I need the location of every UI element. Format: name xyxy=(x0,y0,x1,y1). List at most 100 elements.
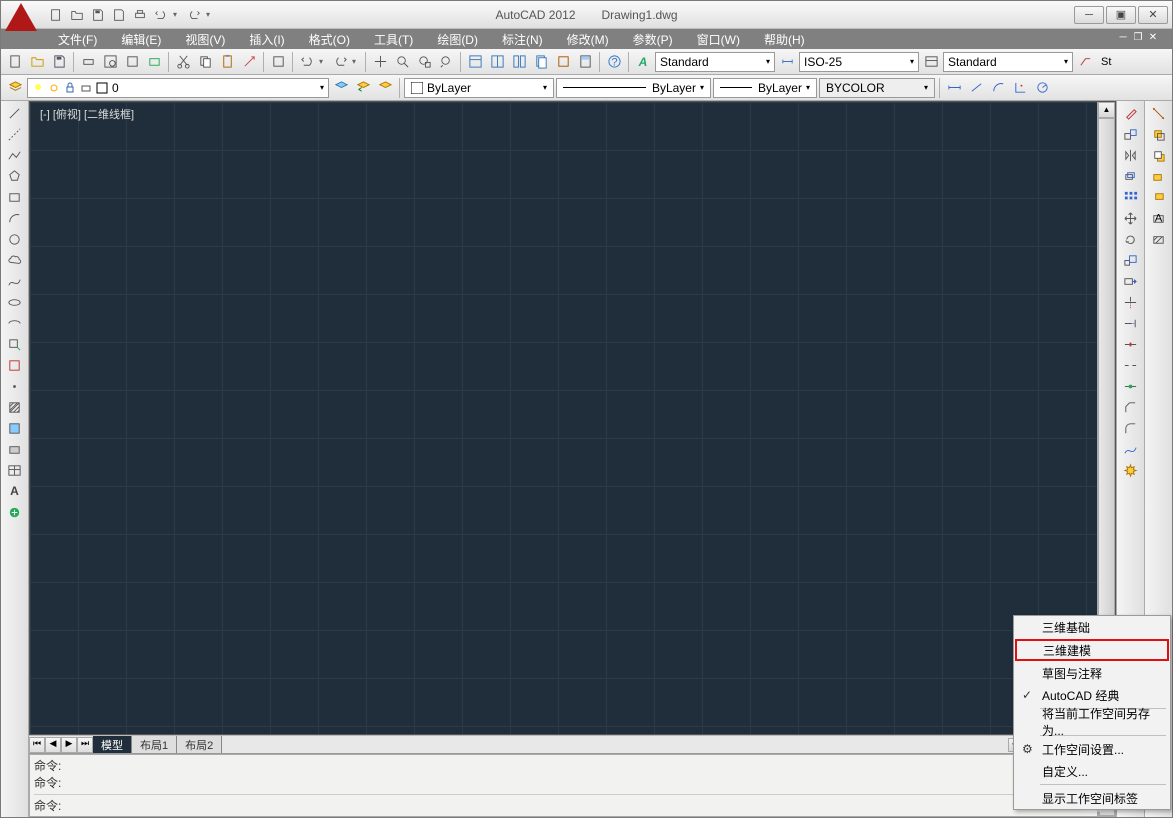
polyline-icon[interactable] xyxy=(4,145,26,165)
model-tab[interactable]: 模型 xyxy=(93,736,132,754)
construction-line-icon[interactable] xyxy=(4,124,26,144)
mleader-style-icon[interactable] xyxy=(1075,52,1095,72)
color-dropdown[interactable]: ByLayer▾ xyxy=(404,78,554,98)
help-icon[interactable]: ? xyxy=(604,52,624,72)
lineweight-dropdown[interactable]: ByLayer▾ xyxy=(713,78,817,98)
hatch-icon[interactable] xyxy=(4,397,26,417)
zoom-window-icon[interactable] xyxy=(414,52,434,72)
chamfer-icon[interactable] xyxy=(1120,397,1142,417)
dim-ordinate-bar-icon[interactable] xyxy=(1010,78,1030,98)
copy-icon[interactable] xyxy=(195,52,215,72)
redo-icon[interactable] xyxy=(330,52,350,72)
dim-style-dropdown[interactable]: ISO-25▾ xyxy=(799,52,919,72)
paste-icon[interactable] xyxy=(217,52,237,72)
undo-dropdown-icon[interactable]: ▾ xyxy=(173,10,182,19)
point-icon[interactable] xyxy=(4,376,26,396)
qat-new-icon[interactable] xyxy=(47,6,65,24)
scroll-up-icon[interactable]: ▲ xyxy=(1098,102,1115,118)
gradient-icon[interactable] xyxy=(4,418,26,438)
undo-icon[interactable] xyxy=(297,52,317,72)
ellipse-arc-icon[interactable] xyxy=(4,313,26,333)
doc-close-button[interactable]: ✕ xyxy=(1146,32,1160,46)
circle-icon[interactable] xyxy=(4,229,26,249)
print-preview-icon[interactable] xyxy=(100,52,120,72)
ellipse-icon[interactable] xyxy=(4,292,26,312)
minimize-button[interactable]: ─ xyxy=(1074,6,1104,24)
menu-modify[interactable]: 修改(M) xyxy=(556,29,620,50)
copy-obj-icon[interactable] xyxy=(1120,124,1142,144)
menu-tools[interactable]: 工具(T) xyxy=(363,29,424,50)
cmd-prompt[interactable]: 命令: xyxy=(34,794,1093,814)
markup-icon[interactable] xyxy=(553,52,573,72)
front-icon[interactable] xyxy=(1148,124,1170,144)
print-icon[interactable] xyxy=(78,52,98,72)
menu-edit[interactable]: 编辑(E) xyxy=(110,29,172,50)
layout2-tab[interactable]: 布局2 xyxy=(177,736,222,754)
close-button[interactable]: ✕ xyxy=(1138,6,1168,24)
text-style-dropdown[interactable]: Standard▾ xyxy=(655,52,775,72)
break-icon[interactable] xyxy=(1120,355,1142,375)
text-style-icon[interactable]: A xyxy=(633,52,653,72)
pan-icon[interactable] xyxy=(370,52,390,72)
qat-print-icon[interactable] xyxy=(131,6,149,24)
text-front-icon[interactable]: A xyxy=(1148,208,1170,228)
menu-parametric[interactable]: 参数(P) xyxy=(622,29,684,50)
rectangle-icon[interactable] xyxy=(4,187,26,207)
tab-prev-icon[interactable]: ◀ xyxy=(45,737,61,753)
block-editor-icon[interactable] xyxy=(268,52,288,72)
qat-undo-icon[interactable] xyxy=(152,6,170,24)
ctx-display-label[interactable]: 显示工作空间标签 xyxy=(1014,787,1170,809)
layer-iso-icon[interactable] xyxy=(375,78,395,98)
break-at-point-icon[interactable] xyxy=(1120,334,1142,354)
maximize-button[interactable]: ▣ xyxy=(1106,6,1136,24)
zoom-previous-icon[interactable] xyxy=(436,52,456,72)
drawing-viewport[interactable]: [-] [俯视] [二维线框] xyxy=(30,102,1097,734)
layer-states-icon[interactable] xyxy=(331,78,351,98)
doc-restore-button[interactable]: ❐ xyxy=(1131,32,1145,46)
menu-file[interactable]: 文件(F) xyxy=(47,29,108,50)
layout1-tab[interactable]: 布局1 xyxy=(132,736,177,754)
3dprint-icon[interactable] xyxy=(144,52,164,72)
dim-style-icon[interactable] xyxy=(777,52,797,72)
blend-icon[interactable] xyxy=(1120,439,1142,459)
array-icon[interactable] xyxy=(1120,187,1142,207)
layer-properties-manager-icon[interactable] xyxy=(5,78,25,98)
table-style-dropdown[interactable]: Standard▾ xyxy=(943,52,1073,72)
layer-dropdown[interactable]: 0 ▾ xyxy=(27,78,329,98)
layer-previous-icon[interactable] xyxy=(353,78,373,98)
doc-minimize-button[interactable]: ─ xyxy=(1116,32,1130,46)
qat-redo-icon[interactable] xyxy=(185,6,203,24)
linetype-dropdown[interactable]: ByLayer▾ xyxy=(556,78,711,98)
vscroll-thumb[interactable] xyxy=(1098,118,1115,698)
distance-icon[interactable] xyxy=(1148,103,1170,123)
cut-icon[interactable] xyxy=(173,52,193,72)
ctx-customize[interactable]: 自定义... xyxy=(1014,760,1170,782)
design-center-icon[interactable] xyxy=(487,52,507,72)
offset-icon[interactable] xyxy=(1120,166,1142,186)
stretch-icon[interactable] xyxy=(1120,271,1142,291)
qat-saveas-icon[interactable] xyxy=(110,6,128,24)
table-icon[interactable] xyxy=(4,460,26,480)
mtext-icon[interactable]: A xyxy=(4,481,26,501)
sheet-set-icon[interactable] xyxy=(531,52,551,72)
ctx-workspace-settings[interactable]: ⚙工作空间设置... xyxy=(1014,738,1170,760)
line-icon[interactable] xyxy=(4,103,26,123)
viewport-label[interactable]: [-] [俯视] [二维线框] xyxy=(40,106,134,122)
fillet-icon[interactable] xyxy=(1120,418,1142,438)
ctx-3d-modeling[interactable]: 三维建模 xyxy=(1015,639,1169,661)
tab-first-icon[interactable]: ⏮ xyxy=(29,737,45,753)
qat-save-icon[interactable] xyxy=(89,6,107,24)
open-icon[interactable] xyxy=(27,52,47,72)
ctx-3d-basics[interactable]: 三维基础 xyxy=(1014,616,1170,638)
publish-icon[interactable] xyxy=(122,52,142,72)
menu-insert[interactable]: 插入(I) xyxy=(238,29,295,50)
app-logo[interactable] xyxy=(5,0,41,35)
revcloud-icon[interactable] xyxy=(4,250,26,270)
properties-icon[interactable] xyxy=(465,52,485,72)
tool-palettes-icon[interactable] xyxy=(509,52,529,72)
ctx-autocad-classic[interactable]: ✓AutoCAD 经典 xyxy=(1014,684,1170,706)
qat-open-icon[interactable] xyxy=(68,6,86,24)
horizontal-scrollbar[interactable]: ◀ ▶ xyxy=(224,738,1116,752)
spline-icon[interactable] xyxy=(4,271,26,291)
match-props-icon[interactable] xyxy=(239,52,259,72)
